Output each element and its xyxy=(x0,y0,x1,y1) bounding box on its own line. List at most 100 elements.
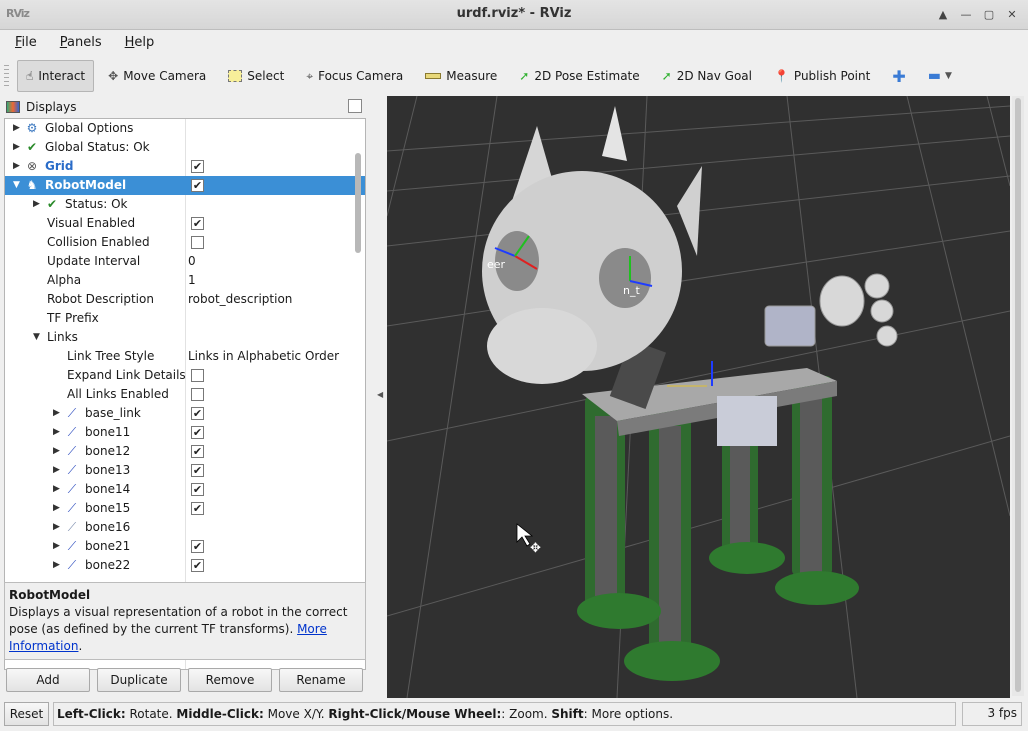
tree-row-links[interactable]: ▼ Links xyxy=(5,328,365,347)
tool-move-camera[interactable]: ✥ Move Camera xyxy=(100,60,214,92)
tree-row-robotmodel[interactable]: ▼ ♞ RobotModel ✔ xyxy=(5,176,365,195)
tree-row-label: base_link xyxy=(85,406,141,420)
up-icon[interactable]: ▲ xyxy=(933,6,953,23)
duplicate-button[interactable]: Duplicate xyxy=(97,668,181,692)
checkbox[interactable]: ✔ xyxy=(191,540,204,553)
tree-row-update-interval[interactable]: Update Interval 0 xyxy=(5,252,365,271)
move-icon: ✥ xyxy=(108,69,119,83)
expand-arrow-icon[interactable]: ▶ xyxy=(53,499,63,518)
expand-arrow-icon[interactable]: ▶ xyxy=(13,119,23,138)
link-icon: ⟋ xyxy=(67,482,77,496)
property-value[interactable]: Links in Alphabetic Order xyxy=(187,347,339,366)
expand-arrow-icon[interactable]: ▶ xyxy=(13,157,23,176)
expand-arrow-icon[interactable]: ▶ xyxy=(53,461,63,480)
tree-row-label: Status: Ok xyxy=(65,197,128,211)
reset-button[interactable]: Reset xyxy=(4,702,49,726)
tree-row-alpha[interactable]: Alpha 1 xyxy=(5,271,365,290)
toolbar-grip[interactable] xyxy=(4,65,9,87)
checkbox[interactable]: ✔ xyxy=(191,502,204,515)
tree-row-bone11[interactable]: ▶ ⟋ bone11 ✔ xyxy=(5,423,365,442)
checkbox[interactable] xyxy=(191,369,204,382)
checkbox[interactable]: ✔ xyxy=(191,483,204,496)
menu-panels[interactable]: Panels xyxy=(45,30,110,56)
tree-row-global-options[interactable]: ▶ ⚙ Global Options xyxy=(5,119,365,138)
tree-row-robot-description[interactable]: Robot Description robot_description xyxy=(5,290,365,309)
rename-button[interactable]: Rename xyxy=(279,668,363,692)
tree-row-collision-enabled[interactable]: Collision Enabled xyxy=(5,233,365,252)
tool-publish-point[interactable]: 📍 Publish Point xyxy=(766,60,878,92)
expand-arrow-icon[interactable]: ▶ xyxy=(53,404,63,423)
remove-button[interactable]: Remove xyxy=(188,668,272,692)
close-icon[interactable]: ✕ xyxy=(1002,6,1022,23)
collapse-arrow-icon[interactable]: ▼ xyxy=(13,176,23,195)
checkbox[interactable]: ✔ xyxy=(191,217,204,230)
tool-2d-pose-estimate[interactable]: ➚ 2D Pose Estimate xyxy=(511,60,647,92)
add-button[interactable]: Add xyxy=(6,668,90,692)
menu-help[interactable]: Help xyxy=(110,30,163,56)
tree-row-all-links-enabled[interactable]: All Links Enabled xyxy=(5,385,365,404)
property-value[interactable]: 0 xyxy=(187,252,196,271)
link-icon: ⟋ xyxy=(67,425,77,439)
checkbox[interactable]: ✔ xyxy=(191,464,204,477)
panel-float-button[interactable] xyxy=(348,99,362,113)
expand-arrow-icon[interactable]: ▶ xyxy=(33,195,43,214)
tree-row-bone22[interactable]: ▶ ⟋ bone22 ✔ xyxy=(5,556,365,575)
checkbox[interactable]: ✔ xyxy=(191,160,204,173)
tool-focus-camera[interactable]: ⌖ Focus Camera xyxy=(298,60,411,92)
menu-bar: File Panels Help xyxy=(0,30,1028,56)
tree-row-label: bone11 xyxy=(85,425,131,439)
link-icon: ⟋ xyxy=(67,539,77,553)
checkbox[interactable]: ✔ xyxy=(191,426,204,439)
expand-arrow-icon[interactable]: ▶ xyxy=(53,556,63,575)
right-dock-handle[interactable] xyxy=(1012,96,1024,696)
tree-row-bone13[interactable]: ▶ ⟋ bone13 ✔ xyxy=(5,461,365,480)
tree-row-bone21[interactable]: ▶ ⟋ bone21 ✔ xyxy=(5,537,365,556)
add-tool-button[interactable]: ✚ xyxy=(884,60,913,92)
tree-row-link-tree-style[interactable]: Link Tree Style Links in Alphabetic Order xyxy=(5,347,365,366)
collapse-left-icon[interactable]: ◀ xyxy=(377,390,383,399)
expand-arrow-icon[interactable]: ▶ xyxy=(53,518,63,537)
checkbox[interactable]: ✔ xyxy=(191,445,204,458)
expand-arrow-icon[interactable]: ▶ xyxy=(53,480,63,499)
expand-arrow-icon[interactable]: ▶ xyxy=(13,138,23,157)
tree-row-bone15[interactable]: ▶ ⟋ bone15 ✔ xyxy=(5,499,365,518)
checkbox[interactable] xyxy=(191,388,204,401)
expand-arrow-icon[interactable]: ▶ xyxy=(53,442,63,461)
tree-row-global-status-ok[interactable]: ▶ ✔ Global Status: Ok xyxy=(5,138,365,157)
tree-row-expand-link-details[interactable]: Expand Link Details xyxy=(5,366,365,385)
window-title: urdf.rviz* - RViz xyxy=(456,6,572,21)
tree-row-base-link[interactable]: ▶ ⟋ base_link ✔ xyxy=(5,404,365,423)
tree-row-grid[interactable]: ▶ ⊗ Grid ✔ xyxy=(5,157,365,176)
map-pin-icon: 📍 xyxy=(773,69,789,83)
tree-row-label: Visual Enabled xyxy=(47,216,136,230)
tool-measure[interactable]: Measure xyxy=(417,60,505,92)
link-icon: ⟋ xyxy=(67,520,77,534)
menu-file[interactable]: File xyxy=(0,30,45,56)
property-value[interactable]: robot_description xyxy=(187,290,292,309)
tree-row-label: bone22 xyxy=(85,558,131,572)
tool-2d-nav-goal[interactable]: ➚ 2D Nav Goal xyxy=(654,60,760,92)
tree-row-tf-prefix[interactable]: TF Prefix xyxy=(5,309,365,328)
maximize-icon[interactable]: ▢ xyxy=(979,6,999,23)
tree-row-label: Expand Link Details xyxy=(67,368,186,382)
render-view[interactable]: eer n_t ✥ xyxy=(387,96,1010,698)
tree-row-bone14[interactable]: ▶ ⟋ bone14 ✔ xyxy=(5,480,365,499)
expand-arrow-icon[interactable]: ▶ xyxy=(53,423,63,442)
property-value[interactable]: 1 xyxy=(187,271,196,290)
tree-row-bone12[interactable]: ▶ ⟋ bone12 ✔ xyxy=(5,442,365,461)
minimize-icon[interactable]: — xyxy=(956,6,976,23)
tree-row-bone16[interactable]: ▶ ⟋ bone16 xyxy=(5,518,365,537)
expand-arrow-icon[interactable]: ▶ xyxy=(53,537,63,556)
tree-row-visual-enabled[interactable]: Visual Enabled ✔ xyxy=(5,214,365,233)
frame-label-left: eer xyxy=(487,258,506,271)
tree-row-status-ok[interactable]: ▶ ✔ Status: Ok xyxy=(5,195,365,214)
checkbox[interactable]: ✔ xyxy=(191,559,204,572)
description-box: RobotModel Displays a visual representat… xyxy=(4,582,366,660)
remove-tool-button[interactable]: ▬ ▼ xyxy=(920,60,960,92)
checkbox[interactable]: ✔ xyxy=(191,407,204,420)
tool-interact[interactable]: ☝ Interact xyxy=(17,60,95,92)
tool-select[interactable]: Select xyxy=(220,60,292,92)
checkbox[interactable] xyxy=(191,236,204,249)
checkbox[interactable]: ✔ xyxy=(191,179,204,192)
collapse-arrow-icon[interactable]: ▼ xyxy=(33,328,43,347)
